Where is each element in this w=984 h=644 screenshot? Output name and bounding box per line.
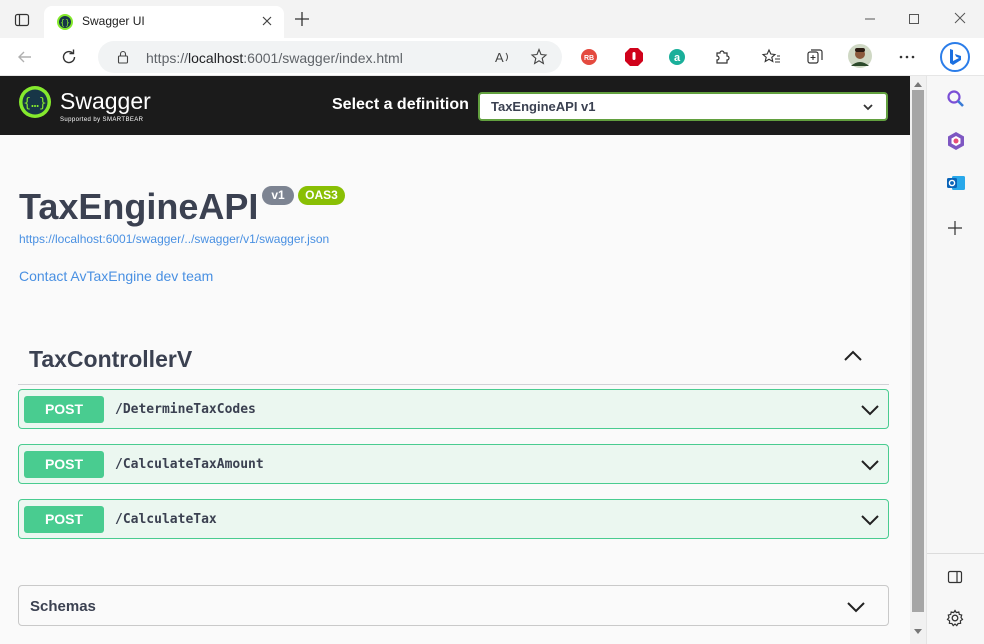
chevron-down-icon[interactable] [860, 458, 880, 472]
read-aloud-icon[interactable]: A [494, 49, 512, 65]
operation-calculate-tax-amount[interactable]: POST /CalculateTaxAmount [18, 444, 889, 484]
scroll-down-arrow-icon[interactable] [913, 628, 923, 636]
collections-icon[interactable] [806, 48, 824, 66]
office-icon[interactable] [946, 131, 966, 151]
chevron-down-icon[interactable] [860, 403, 880, 417]
method-badge: POST [24, 396, 104, 423]
version-badge: v1 [262, 186, 294, 205]
page-content: {…} Swagger Supported by SMARTBEAR Selec… [0, 76, 910, 644]
oas-badge: OAS3 [298, 186, 345, 205]
sidebar-divider [927, 553, 984, 554]
spec-url-link[interactable]: https://localhost:6001/swagger/../swagge… [19, 232, 329, 246]
search-icon[interactable] [946, 89, 966, 109]
address-bar: https://localhost:6001/swagger/index.htm… [0, 38, 984, 76]
edge-sidebar [926, 76, 984, 644]
extension-a-icon[interactable]: a [668, 48, 686, 66]
refresh-icon[interactable] [60, 48, 78, 66]
operation-path: /CalculateTaxAmount [115, 457, 264, 472]
svg-text:{…}: {…} [23, 96, 46, 111]
chevron-down-icon[interactable] [860, 513, 880, 527]
favorite-add-icon[interactable] [530, 48, 548, 66]
operation-path: /CalculateTax [115, 512, 217, 527]
chevron-up-icon[interactable] [843, 349, 863, 363]
tab-title: Swagger UI [82, 14, 145, 28]
url-text: https://localhost:6001/swagger/index.htm… [146, 50, 403, 66]
definition-select[interactable]: TaxEngineAPI v1 [478, 92, 888, 121]
adblock-icon[interactable] [624, 47, 644, 67]
more-icon[interactable] [898, 48, 916, 66]
svg-text:A: A [495, 50, 504, 65]
swagger-logo-text: Swagger [60, 88, 151, 114]
bing-icon[interactable] [939, 41, 971, 73]
schemas-section[interactable]: Schemas [18, 585, 889, 626]
url-field[interactable]: https://localhost:6001/swagger/index.htm… [98, 41, 562, 73]
operation-determine-tax-codes[interactable]: POST /DetermineTaxCodes [18, 389, 889, 429]
add-icon[interactable] [947, 220, 963, 236]
back-icon[interactable] [16, 48, 34, 66]
definition-select-value: TaxEngineAPI v1 [491, 99, 596, 114]
close-tab-icon[interactable] [260, 14, 274, 28]
contact-link[interactable]: Contact AvTaxEngine dev team [19, 268, 213, 284]
method-badge: POST [24, 506, 104, 533]
extension-rb-icon[interactable]: RB [580, 48, 598, 66]
tag-title[interactable]: TaxControllerV [29, 346, 192, 373]
scrollbar-thumb[interactable] [912, 90, 924, 612]
swagger-logo-icon[interactable]: {…} [18, 85, 52, 119]
new-tab-icon[interactable] [294, 11, 310, 27]
swagger-favicon: {} [56, 13, 74, 31]
tab-bar: {} Swagger UI [0, 0, 984, 38]
operation-calculate-tax[interactable]: POST /CalculateTax [18, 499, 889, 539]
svg-text:a: a [674, 52, 681, 64]
outlook-icon[interactable] [946, 173, 966, 193]
profile-avatar[interactable] [848, 44, 872, 68]
swagger-logo-subtext: Supported by SMARTBEAR [60, 117, 144, 123]
svg-text:{}: {} [60, 18, 70, 27]
chevron-down-icon [862, 101, 874, 113]
lock-icon[interactable] [116, 50, 130, 64]
method-badge: POST [24, 451, 104, 478]
chevron-down-icon[interactable] [846, 600, 866, 614]
close-window-icon[interactable] [952, 10, 968, 26]
tag-divider [18, 384, 889, 385]
scroll-up-arrow-icon[interactable] [913, 80, 923, 88]
extension-icon[interactable] [713, 48, 731, 66]
minimize-icon[interactable] [862, 11, 878, 27]
maximize-icon[interactable] [906, 11, 922, 27]
schemas-label: Schemas [30, 598, 96, 615]
svg-text:RB: RB [584, 55, 594, 62]
split-screen-icon[interactable] [947, 569, 963, 585]
select-definition-label: Select a definition [332, 96, 469, 113]
tab-actions-icon[interactable] [14, 12, 30, 28]
api-title: TaxEngineAPI [19, 186, 259, 227]
settings-icon[interactable] [946, 609, 964, 627]
operation-path: /DetermineTaxCodes [115, 402, 256, 417]
tab-swagger-ui[interactable]: {} Swagger UI [44, 6, 284, 38]
swagger-topbar: {…} Swagger Supported by SMARTBEAR Selec… [0, 76, 910, 135]
favorites-icon[interactable] [761, 48, 781, 66]
